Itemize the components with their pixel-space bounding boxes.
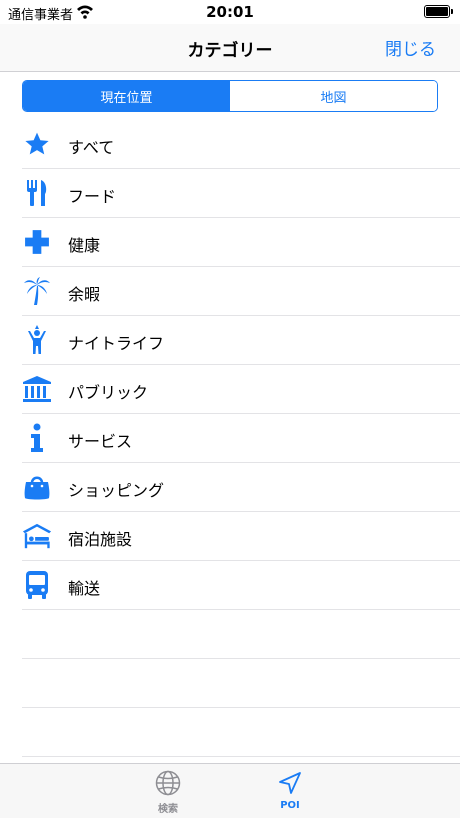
palm-tree-icon (22, 276, 52, 306)
person-light-icon (22, 325, 52, 355)
mode-segmented-control: 現在位置 地図 (22, 80, 438, 112)
category-label: 余暇 (68, 285, 101, 304)
category-row-shopping[interactable]: ショッピング (22, 463, 460, 512)
category-label: フード (68, 187, 117, 206)
bus-icon (22, 570, 52, 600)
shopping-bag-icon (22, 472, 52, 502)
tab-poi[interactable]: POI (260, 770, 320, 811)
fork-knife-icon (22, 178, 52, 208)
tab-bar: 検索 POI (0, 763, 460, 818)
info-icon (22, 423, 52, 453)
category-label: サービス (68, 432, 133, 451)
category-row-health[interactable]: 健康 (22, 218, 460, 267)
tab-label: 検索 (158, 804, 178, 815)
category-label: ショッピング (68, 481, 165, 500)
tab-label: POI (280, 800, 300, 811)
category-row-transport[interactable]: 輸送 (22, 561, 460, 610)
category-row-services[interactable]: サービス (22, 414, 460, 463)
category-label: すべて (68, 138, 115, 157)
location-arrow-icon (279, 772, 301, 794)
category-label: ナイトライフ (68, 334, 165, 353)
category-row-food[interactable]: フード (22, 169, 460, 218)
category-label: 宿泊施設 (68, 530, 133, 549)
close-button[interactable]: 閉じる (385, 35, 436, 60)
category-row-leisure[interactable]: 余暇 (22, 267, 460, 316)
empty-row (22, 610, 460, 659)
category-list: すべて フード 健康 余暇 ナイトライフ パブリック サービス ショッピング 宿… (0, 120, 460, 757)
category-label: パブリック (68, 383, 149, 402)
category-row-public[interactable]: パブリック (22, 365, 460, 414)
empty-row (22, 659, 460, 708)
star-icon (22, 129, 52, 159)
empty-row (22, 708, 460, 757)
cross-icon (22, 227, 52, 257)
building-columns-icon (22, 374, 52, 404)
category-row-lodging[interactable]: 宿泊施設 (22, 512, 460, 561)
globe-icon (155, 770, 181, 796)
navigation-bar: カテゴリー 閉じる (0, 24, 460, 72)
category-label: 健康 (68, 236, 101, 255)
category-row-all[interactable]: すべて (22, 120, 460, 169)
battery-icon (424, 5, 453, 18)
bed-icon (22, 521, 52, 551)
segment-current-location[interactable]: 現在位置 (23, 81, 230, 111)
category-row-nightlife[interactable]: ナイトライフ (22, 316, 460, 365)
clock: 20:01 (206, 3, 254, 21)
segment-map[interactable]: 地図 (230, 81, 437, 111)
status-bar: 通信事業者 20:01 (0, 0, 460, 24)
category-label: 輸送 (68, 579, 101, 598)
tab-search[interactable]: 検索 (138, 770, 198, 815)
